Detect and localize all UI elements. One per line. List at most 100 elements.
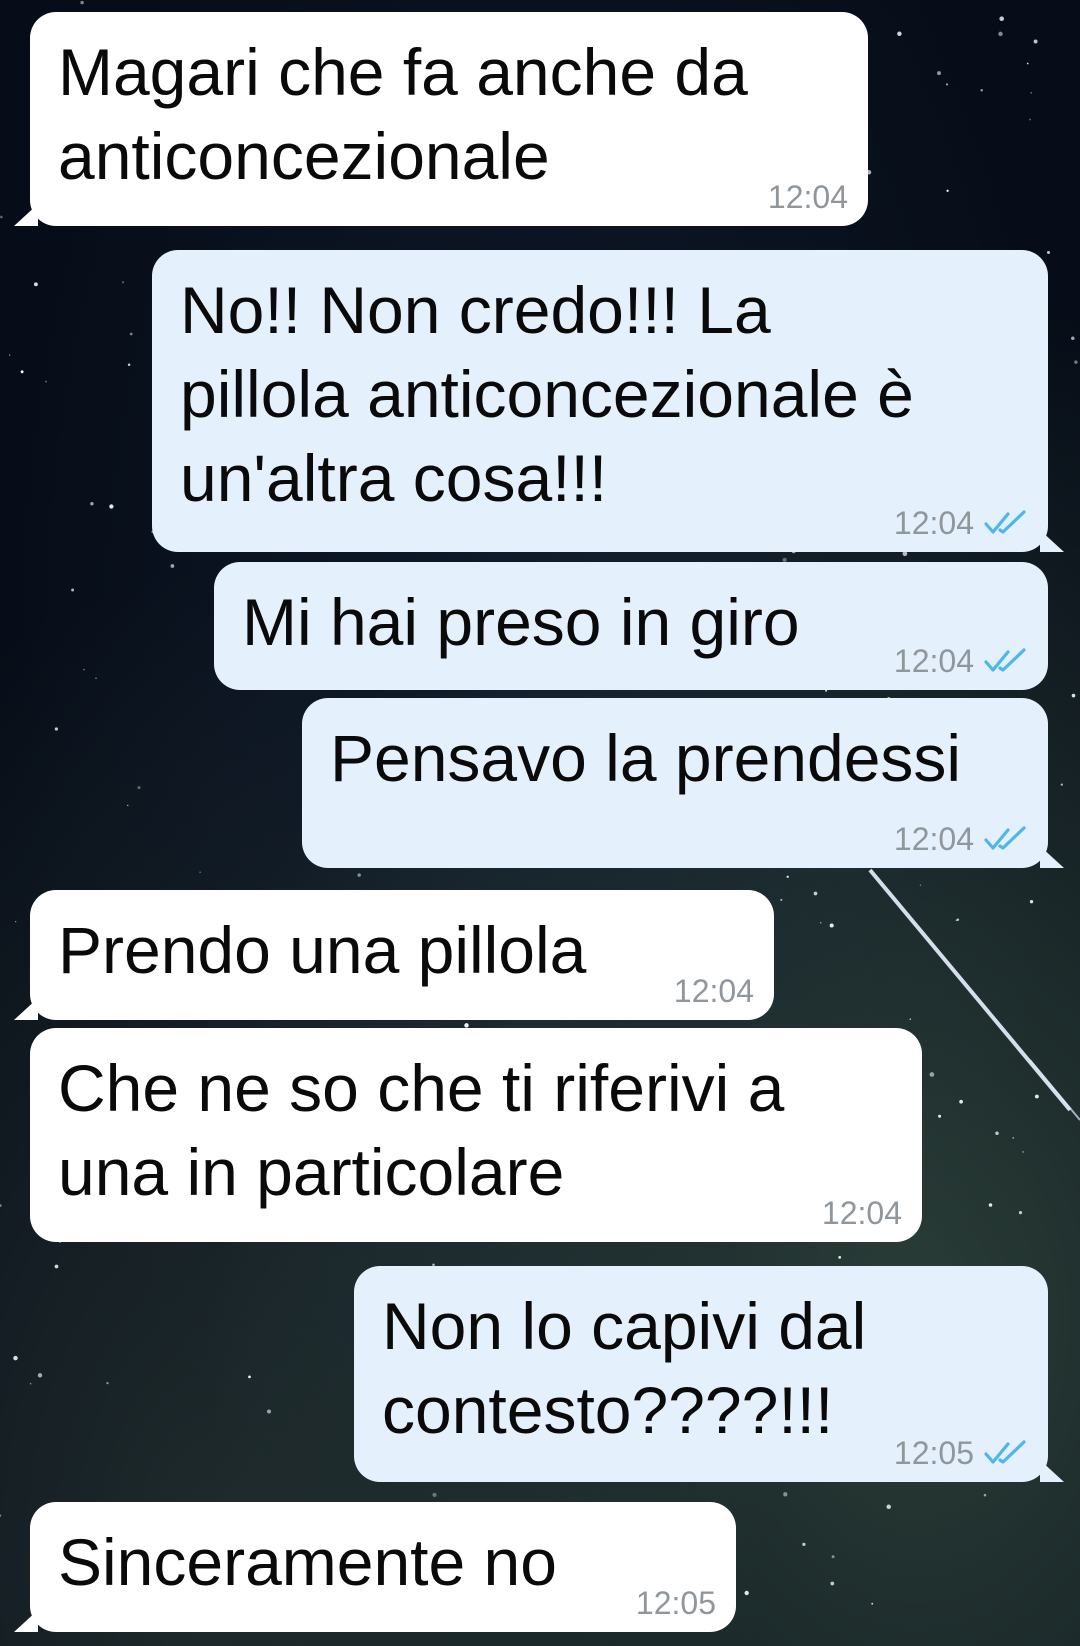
star [83, 668, 85, 671]
star [937, 71, 941, 76]
message-text: Non lo capivi dal contesto????!!! [382, 1289, 867, 1447]
message-time: 12:04 [767, 179, 848, 215]
message-meta: 12:04 [894, 506, 1028, 540]
star [999, 16, 1005, 22]
star [20, 370, 24, 374]
star [1018, 1211, 1023, 1215]
star [983, 1493, 987, 1497]
message-time: 12:04 [893, 821, 974, 857]
star [45, 380, 47, 383]
star [54, 727, 59, 731]
star [122, 281, 125, 284]
star [1074, 360, 1078, 364]
star [783, 1492, 788, 1497]
message-time: 12:04 [893, 505, 974, 541]
star [80, 0, 84, 5]
message-meta: 12:04 [894, 644, 1028, 678]
read-double-check-icon [984, 826, 1026, 850]
star [831, 1555, 835, 1559]
star [780, 898, 783, 901]
star [1026, 62, 1029, 65]
star [820, 922, 822, 924]
message-time: 12:05 [893, 1435, 974, 1471]
star [988, 1203, 993, 1207]
star [945, 83, 949, 86]
star [886, 1504, 891, 1510]
read-double-check-icon [984, 510, 1026, 534]
message-text: Magari che fa anche da anticoncezionale [58, 35, 748, 193]
star [357, 873, 361, 877]
star [946, 189, 949, 192]
star [838, 1256, 842, 1259]
star [1060, 783, 1063, 786]
star [829, 923, 834, 928]
message-text: Che ne so che ti riferivi a una in parti… [58, 1051, 785, 1209]
star [464, 1023, 469, 1028]
read-double-check-icon [984, 1440, 1026, 1464]
star [0, 215, 3, 219]
message-meta: 12:04 [768, 180, 848, 214]
message-time: 12:04 [893, 643, 974, 679]
bubble-tail [1040, 1460, 1064, 1482]
star [1022, 1150, 1025, 1153]
star [54, 1264, 59, 1269]
message-bubble-outgoing[interactable]: Non lo capivi dal contesto????!!! 12:05 [354, 1266, 1064, 1482]
star [1071, 336, 1075, 340]
star [786, 875, 789, 878]
star [9, 354, 11, 356]
star [1029, 900, 1034, 904]
message-bubble-outgoing[interactable]: Mi hai preso in giro 12:04 [214, 562, 1048, 690]
star [13, 1355, 18, 1361]
star [830, 1581, 835, 1586]
message-bubble-incoming[interactable]: Sinceramente no 12:05 [14, 1502, 736, 1632]
message-text: Sinceramente no [58, 1525, 557, 1599]
star [266, 1409, 272, 1414]
message-text: Pensavo la prendessi [330, 721, 962, 795]
star [248, 1375, 251, 1379]
message-text: No!! Non credo!!! La pillola anticoncezi… [180, 273, 914, 515]
message-bubble-incoming[interactable]: Prendo una pillola 12:04 [14, 890, 774, 1020]
read-double-check-icon [984, 648, 1026, 672]
bubble-tail [1040, 846, 1064, 868]
star [137, 786, 141, 790]
star [909, 1018, 912, 1020]
star [127, 363, 131, 366]
message-bubble-incoming[interactable]: Che ne so che ti riferivi a una in parti… [30, 1028, 922, 1242]
star [897, 31, 902, 37]
star [919, 884, 922, 886]
star [127, 804, 129, 806]
star [1012, 1137, 1015, 1139]
star [1030, 92, 1032, 94]
star [929, 1072, 935, 1077]
star [1071, 693, 1076, 698]
star [1046, 250, 1051, 255]
message-bubble-outgoing[interactable]: No!! Non credo!!! La pillola anticoncezi… [152, 250, 1064, 552]
message-text: Prendo una pillola [58, 913, 587, 987]
message-time: 12:04 [673, 973, 754, 1009]
star [813, 891, 818, 896]
message-time: 12:05 [635, 1585, 716, 1621]
message-bubble-incoming[interactable]: Magari che fa anche da anticoncezionale … [14, 12, 868, 226]
star [802, 1542, 806, 1547]
star [95, 677, 97, 679]
star [109, 504, 114, 509]
star [0, 1514, 2, 1517]
star [0, 1204, 2, 1207]
star [37, 1373, 43, 1378]
message-meta: 12:04 [894, 822, 1028, 856]
bubble-tail [14, 204, 38, 226]
star [998, 31, 1003, 37]
star [871, 1602, 874, 1605]
message-meta: 12:05 [894, 1436, 1028, 1470]
star [1033, 39, 1038, 44]
star [1029, 118, 1031, 121]
star [980, 89, 983, 92]
message-meta: 12:04 [822, 1196, 902, 1230]
bubble-tail [1040, 530, 1064, 552]
message-meta: 12:04 [674, 974, 754, 1008]
message-bubble-outgoing[interactable]: Pensavo la prendessi 12:04 [302, 698, 1064, 868]
star [129, 332, 133, 336]
star [959, 1099, 963, 1104]
message-meta: 12:05 [636, 1586, 716, 1620]
message-time: 12:04 [821, 1195, 902, 1231]
